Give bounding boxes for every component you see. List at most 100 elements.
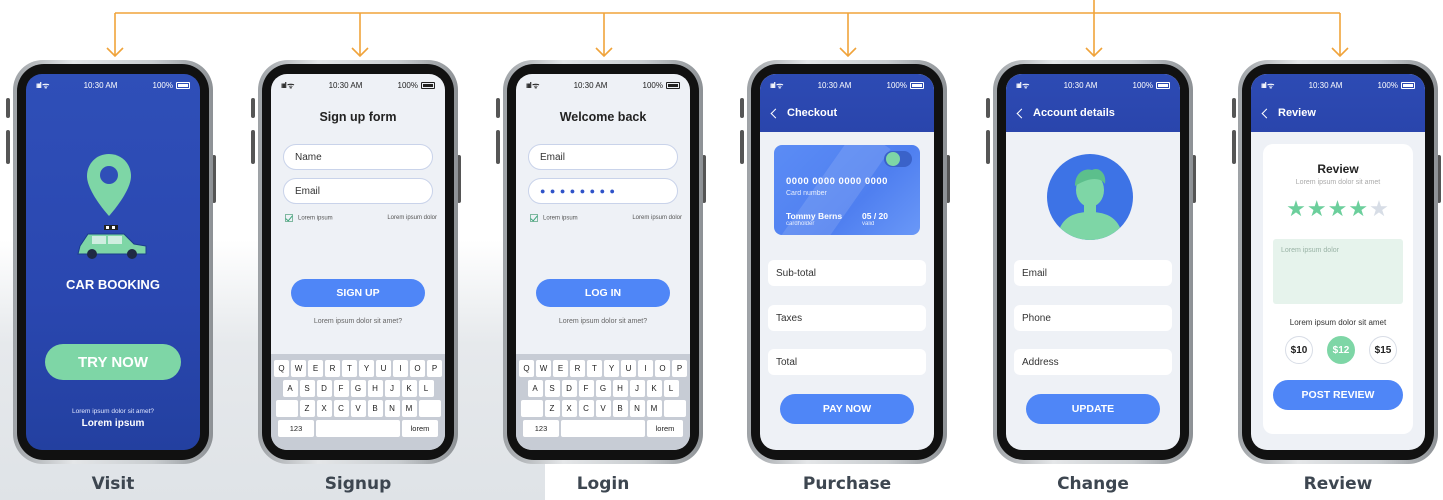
key-v[interactable]: V <box>350 400 366 417</box>
key-h[interactable]: H <box>612 380 628 397</box>
key-a[interactable]: A <box>527 380 543 397</box>
sign-up-button[interactable]: SIGN UP <box>291 279 425 307</box>
key-u[interactable]: U <box>376 360 391 377</box>
update-button[interactable]: UPDATE <box>1026 394 1160 424</box>
rating-stars[interactable]: ★★★★★ <box>1263 196 1413 222</box>
key-b[interactable]: B <box>367 400 383 417</box>
star-icon[interactable]: ★ <box>1328 196 1349 221</box>
visit-link[interactable]: Lorem ipsum <box>26 418 200 429</box>
numbers-key[interactable]: 123 <box>278 420 314 437</box>
star-icon[interactable]: ★ <box>1348 196 1369 221</box>
post-review-button[interactable]: POST REVIEW <box>1273 380 1403 410</box>
space-key[interactable] <box>316 420 400 437</box>
key-g[interactable]: G <box>595 380 611 397</box>
back-arrow-icon[interactable] <box>1016 108 1027 118</box>
phone-field[interactable]: Phone <box>1014 305 1172 331</box>
key-c[interactable]: C <box>333 400 349 417</box>
key-m[interactable]: M <box>646 400 662 417</box>
visit-screen: ıııl ᯤ 10:30 AM 100% CAR BOOKING TRY NOW… <box>26 74 200 450</box>
taxi-car-icon <box>77 225 147 259</box>
key-z[interactable]: Z <box>544 400 560 417</box>
star-icon[interactable]: ★ <box>1307 196 1328 221</box>
key-p[interactable]: P <box>672 360 687 377</box>
numbers-key[interactable]: 123 <box>523 420 559 437</box>
key-u[interactable]: U <box>621 360 636 377</box>
key-w[interactable]: W <box>291 360 306 377</box>
key-w[interactable]: W <box>536 360 551 377</box>
key-y[interactable]: Y <box>359 360 374 377</box>
password-input[interactable]: ● ● ● ● ● ● ● ● <box>528 178 678 204</box>
key-a[interactable]: A <box>282 380 298 397</box>
key-f[interactable]: F <box>578 380 594 397</box>
key-h[interactable]: H <box>367 380 383 397</box>
key-s[interactable]: S <box>299 380 315 397</box>
card-toggle[interactable] <box>884 151 912 167</box>
key-e[interactable]: E <box>308 360 323 377</box>
price-option-12[interactable]: $12 <box>1327 336 1355 364</box>
key-p[interactable]: P <box>427 360 442 377</box>
email-input[interactable]: Email <box>528 144 678 170</box>
space-key[interactable] <box>561 420 645 437</box>
key-l[interactable]: L <box>663 380 679 397</box>
key-e[interactable]: E <box>553 360 568 377</box>
price-option-15[interactable]: $15 <box>1369 336 1397 364</box>
key-t[interactable]: T <box>587 360 602 377</box>
key-t[interactable]: T <box>342 360 357 377</box>
key-k[interactable]: K <box>646 380 662 397</box>
lorem-key[interactable]: lorem <box>647 420 683 437</box>
key-c[interactable]: C <box>578 400 594 417</box>
key-d[interactable]: D <box>561 380 577 397</box>
key-r[interactable]: R <box>325 360 340 377</box>
back-arrow-icon[interactable] <box>770 108 781 118</box>
key-o[interactable]: O <box>410 360 425 377</box>
key-blank[interactable] <box>520 400 543 417</box>
key-q[interactable]: Q <box>519 360 534 377</box>
price-option-10[interactable]: $10 <box>1285 336 1313 364</box>
phone-button <box>986 130 990 164</box>
key-k[interactable]: K <box>401 380 417 397</box>
key-s[interactable]: S <box>544 380 560 397</box>
key-m[interactable]: M <box>401 400 417 417</box>
key-g[interactable]: G <box>350 380 366 397</box>
key-blank[interactable] <box>663 400 686 417</box>
name-input[interactable]: Name <box>283 144 433 170</box>
try-now-button[interactable]: TRY NOW <box>45 344 181 380</box>
remember-checkbox[interactable]: Lorem ipsum <box>530 214 578 222</box>
back-arrow-icon[interactable] <box>1261 108 1272 118</box>
review-textarea[interactable]: Lorem ipsum dolor <box>1273 239 1403 304</box>
address-field[interactable]: Address <box>1014 349 1172 375</box>
email-field[interactable]: Email <box>1014 260 1172 286</box>
key-r[interactable]: R <box>570 360 585 377</box>
signal-icon: ıııl ᯤ <box>1261 80 1274 90</box>
key-blank[interactable] <box>275 400 298 417</box>
star-icon[interactable]: ★ <box>1286 196 1307 221</box>
key-i[interactable]: I <box>638 360 653 377</box>
key-n[interactable]: N <box>384 400 400 417</box>
key-j[interactable]: J <box>629 380 645 397</box>
key-j[interactable]: J <box>384 380 400 397</box>
key-d[interactable]: D <box>316 380 332 397</box>
key-y[interactable]: Y <box>604 360 619 377</box>
key-x[interactable]: X <box>316 400 332 417</box>
email-input[interactable]: Email <box>283 178 433 204</box>
log-in-button[interactable]: LOG IN <box>536 279 670 307</box>
key-n[interactable]: N <box>629 400 645 417</box>
key-o[interactable]: O <box>655 360 670 377</box>
key-b[interactable]: B <box>612 400 628 417</box>
forgot-link[interactable]: Lorem ipsum dolor <box>632 215 682 221</box>
key-v[interactable]: V <box>595 400 611 417</box>
key-f[interactable]: F <box>333 380 349 397</box>
key-z[interactable]: Z <box>299 400 315 417</box>
key-q[interactable]: Q <box>274 360 289 377</box>
pay-now-button[interactable]: PAY NOW <box>780 394 914 424</box>
forgot-link[interactable]: Lorem ipsum dolor <box>387 215 437 221</box>
avatar-icon[interactable] <box>1047 154 1133 240</box>
key-i[interactable]: I <box>393 360 408 377</box>
star-icon[interactable]: ★ <box>1369 196 1390 221</box>
key-l[interactable]: L <box>418 380 434 397</box>
key-blank[interactable] <box>418 400 441 417</box>
key-x[interactable]: X <box>561 400 577 417</box>
signup-screen: ıııl ᯤ 10:30 AM 100% Sign up form Name E… <box>271 74 445 450</box>
lorem-key[interactable]: lorem <box>402 420 438 437</box>
remember-checkbox[interactable]: Lorem ipsum <box>285 214 333 222</box>
